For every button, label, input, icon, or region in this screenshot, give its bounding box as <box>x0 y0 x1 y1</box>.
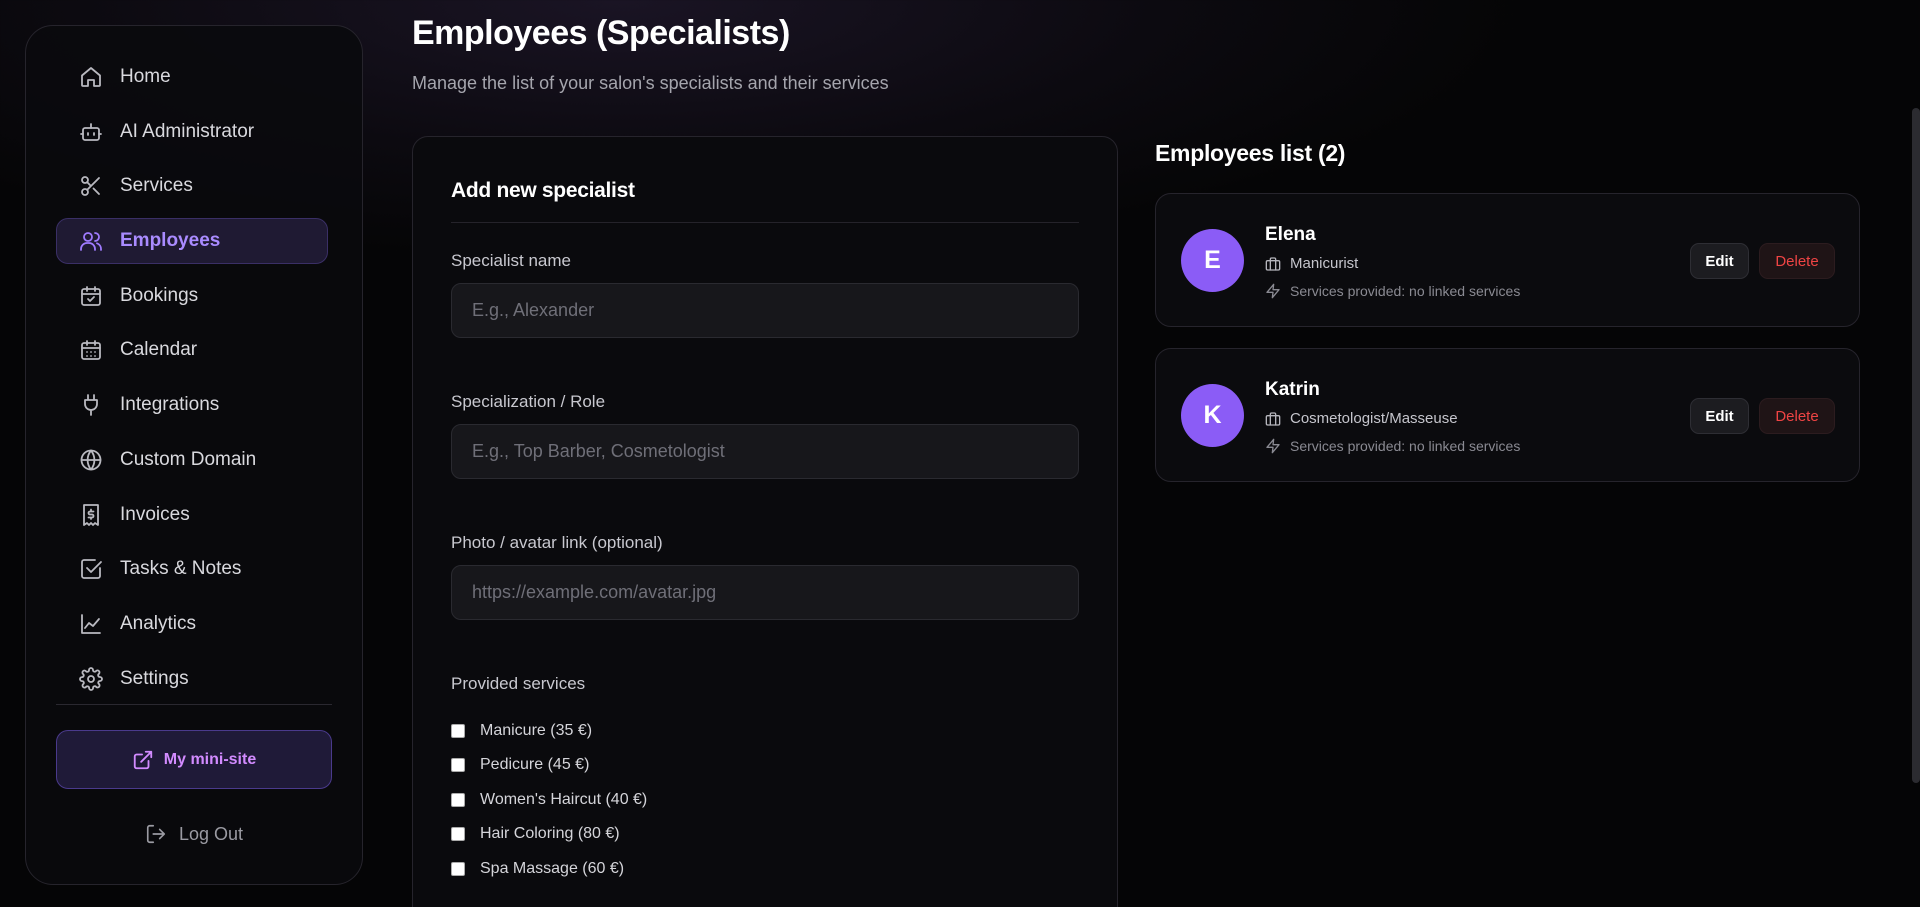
service-checkbox[interactable] <box>451 827 465 841</box>
users-icon <box>79 229 103 253</box>
employee-role: Cosmetologist/Masseuse <box>1265 410 1458 427</box>
sidebar-item-label: Tasks & Notes <box>120 558 242 580</box>
sidebar-item-label: Services <box>120 175 193 197</box>
sidebar-item-label: Employees <box>120 230 221 252</box>
services-label: Provided services <box>451 674 586 693</box>
service-label: Manicure (35 €) <box>480 722 593 739</box>
calendar-check-icon <box>79 284 103 308</box>
employee-name: Katrin <box>1265 379 1320 400</box>
sidebar-item-label: Invoices <box>120 503 190 525</box>
sidebar-item-custom-domain[interactable]: Custom Domain <box>56 437 328 483</box>
logout-button[interactable]: Log Out <box>56 816 332 852</box>
plug-icon <box>79 393 103 417</box>
minisite-button[interactable]: My mini-site <box>56 730 332 789</box>
page-scrollbar[interactable] <box>1912 108 1920 783</box>
delete-button[interactable]: Delete <box>1759 243 1835 279</box>
sidebar-item-label: Custom Domain <box>120 448 257 470</box>
photo-label: Photo / avatar link (optional) <box>451 533 663 552</box>
sidebar-item-label: Home <box>120 66 171 87</box>
sidebar-item-integrations[interactable]: Integrations <box>56 382 328 428</box>
briefcase-icon <box>1265 256 1281 272</box>
sidebar-item-label: Integrations <box>120 394 220 416</box>
service-checkbox[interactable] <box>451 758 465 772</box>
edit-button[interactable]: Edit <box>1690 243 1749 279</box>
robot-icon <box>79 120 103 144</box>
external-link-icon <box>132 749 154 771</box>
service-checkbox[interactable] <box>451 862 465 876</box>
service-option[interactable]: Women's Haircut (40 €) <box>451 791 647 809</box>
sidebar-item-ai-administrator[interactable]: AI Administrator <box>56 109 328 155</box>
form-divider <box>451 222 1079 223</box>
service-label: Women's Haircut (40 €) <box>480 791 648 808</box>
specialist-name-input[interactable] <box>451 283 1079 338</box>
sidebar: Home AI Administrator Services Employees… <box>25 25 363 885</box>
service-label: Pedicure (45 €) <box>480 756 590 773</box>
delete-button[interactable]: Delete <box>1759 398 1835 434</box>
employee-role-text: Cosmetologist/Masseuse <box>1290 410 1458 427</box>
scissors-icon <box>79 174 103 198</box>
service-option[interactable]: Spa Massage (60 €) <box>451 860 624 878</box>
employee-name: Elena <box>1265 224 1316 245</box>
specialization-input[interactable] <box>451 424 1079 479</box>
service-checkbox[interactable] <box>451 724 465 738</box>
role-label: Specialization / Role <box>451 392 606 411</box>
employees-list-title: Employees list (2) <box>1155 140 1346 166</box>
globe-icon <box>79 448 103 472</box>
sidebar-item-home[interactable]: Home <box>56 54 328 100</box>
sidebar-item-label: Calendar <box>120 339 198 361</box>
sidebar-item-label: Settings <box>120 667 189 689</box>
service-option[interactable]: Hair Coloring (80 €) <box>451 825 620 843</box>
sidebar-item-employees[interactable]: Employees <box>56 218 328 265</box>
home-icon <box>79 65 103 89</box>
avatar: E <box>1181 229 1244 292</box>
chart-line-icon <box>79 612 103 636</box>
employee-services: Services provided: no linked services <box>1265 283 1520 299</box>
logout-label: Log Out <box>178 823 244 844</box>
edit-button[interactable]: Edit <box>1690 398 1749 434</box>
sidebar-item-analytics[interactable]: Analytics <box>56 601 328 647</box>
add-specialist-form: Add new specialist Specialist name Speci… <box>412 136 1118 907</box>
logout-icon <box>145 823 167 845</box>
gear-icon <box>79 666 103 691</box>
service-option[interactable]: Pedicure (45 €) <box>451 756 589 774</box>
sidebar-item-label: Analytics <box>120 612 197 634</box>
employee-services: Services provided: no linked services <box>1265 438 1520 454</box>
minisite-label: My mini-site <box>163 750 257 768</box>
employee-card: E Elena Manicurist Services provided: no… <box>1155 193 1860 327</box>
form-title: Add new specialist <box>451 179 635 202</box>
page-subtitle: Manage the list of your salon's speciali… <box>412 73 889 93</box>
service-label: Hair Coloring (80 €) <box>480 825 620 842</box>
briefcase-icon <box>1265 411 1281 427</box>
sidebar-item-settings[interactable]: Settings <box>56 656 328 702</box>
lightning-icon <box>1265 438 1281 454</box>
employee-role: Manicurist <box>1265 255 1358 272</box>
sidebar-nav: Home AI Administrator Services Employees… <box>56 54 328 710</box>
sidebar-item-invoices[interactable]: Invoices <box>56 492 328 538</box>
employee-role-text: Manicurist <box>1290 255 1359 272</box>
sidebar-item-services[interactable]: Services <box>56 163 328 209</box>
name-label: Specialist name <box>451 251 572 270</box>
service-option[interactable]: Manicure (35 €) <box>451 722 592 740</box>
service-label: Spa Massage (60 €) <box>480 860 625 877</box>
sidebar-divider <box>56 704 332 705</box>
checkbox-icon <box>79 557 103 581</box>
avatar: K <box>1181 384 1244 447</box>
employee-services-text: Services provided: no linked services <box>1290 283 1521 299</box>
lightning-icon <box>1265 283 1281 299</box>
receipt-icon <box>79 503 103 527</box>
sidebar-item-calendar[interactable]: Calendar <box>56 327 328 373</box>
sidebar-item-tasks-notes[interactable]: Tasks & Notes <box>56 546 328 592</box>
page-title: Employees (Specialists) <box>412 14 790 52</box>
employee-services-text: Services provided: no linked services <box>1290 438 1521 454</box>
service-checkbox[interactable] <box>451 793 465 807</box>
calendar-icon <box>79 338 103 362</box>
sidebar-item-label: Bookings <box>120 284 199 306</box>
sidebar-item-bookings[interactable]: Bookings <box>56 273 328 319</box>
employee-card: K Katrin Cosmetologist/Masseuse Services… <box>1155 348 1860 482</box>
sidebar-item-label: AI Administrator <box>120 120 255 142</box>
avatar-link-input[interactable] <box>451 565 1079 620</box>
